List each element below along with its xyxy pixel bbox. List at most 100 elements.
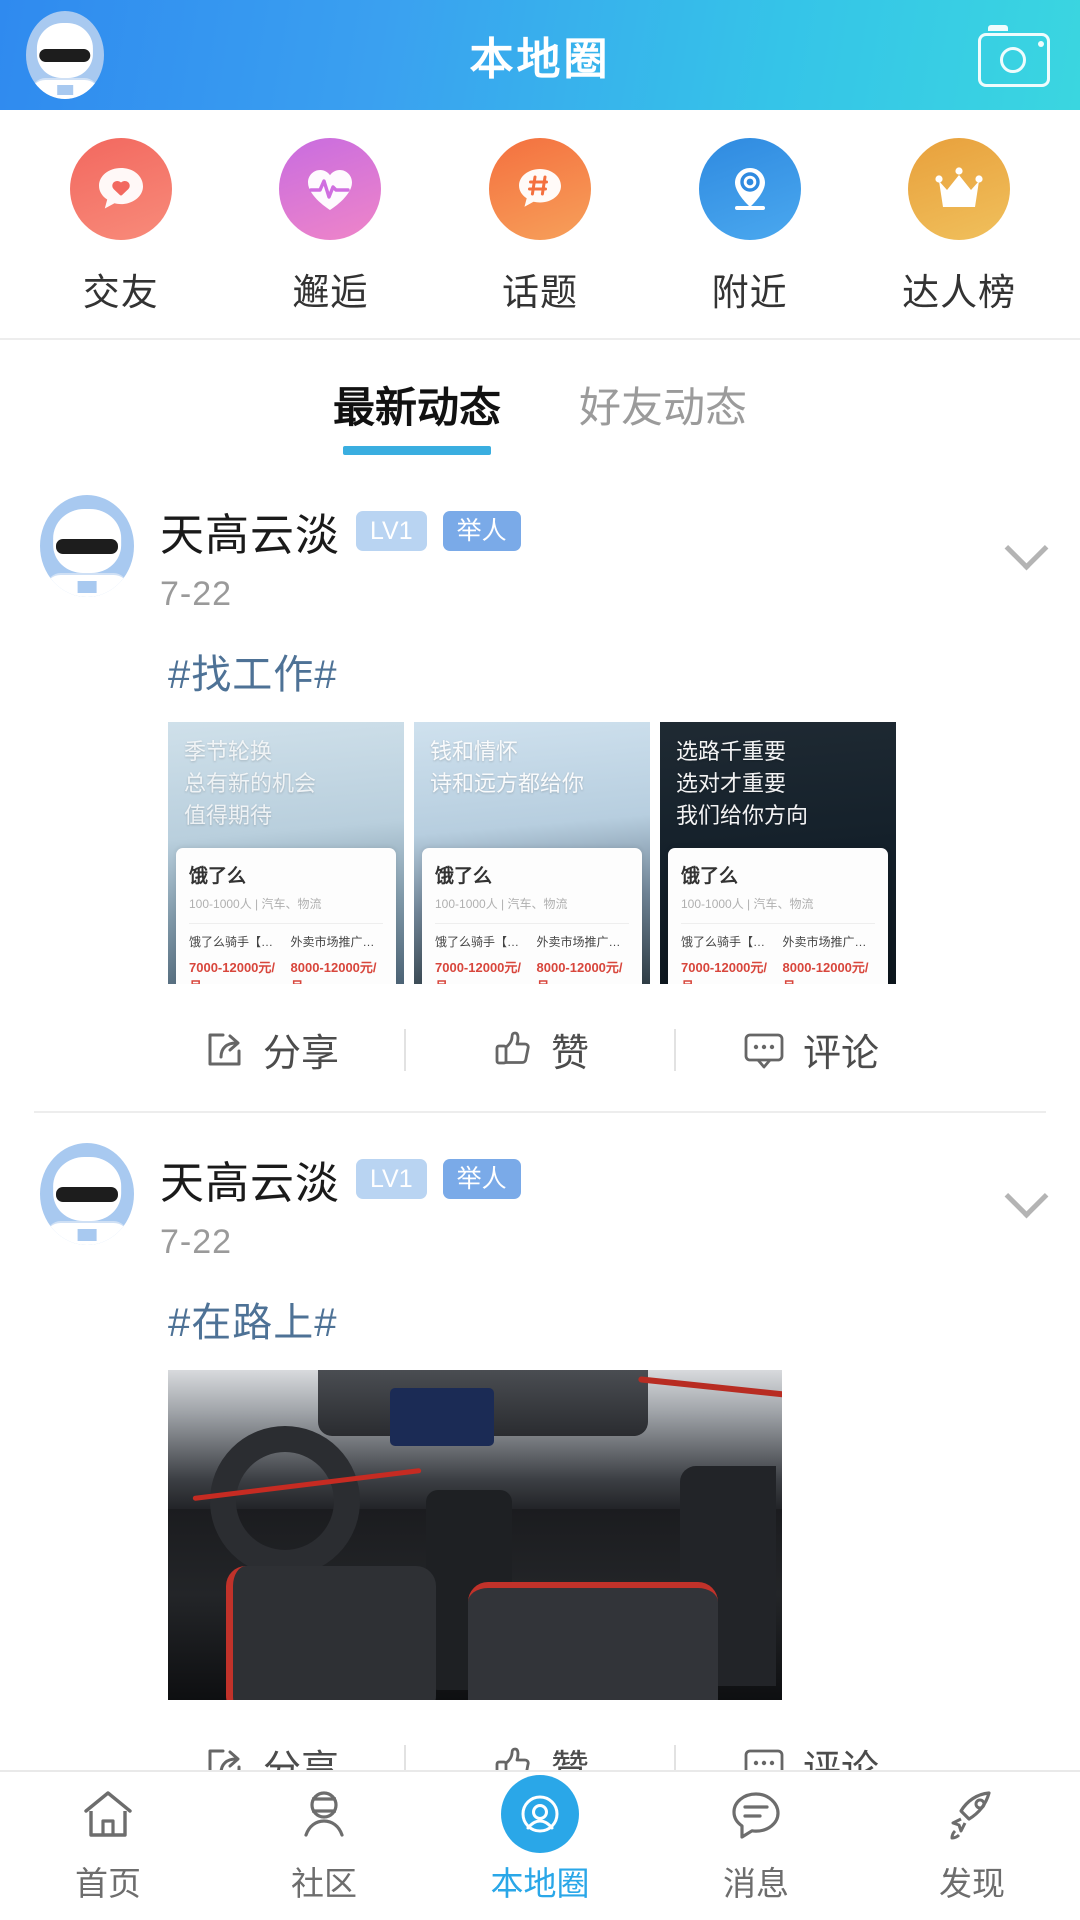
category-item-darenbang[interactable]: 达人榜 [864, 138, 1054, 316]
job-title: 饿了么骑手【节日福... [681, 935, 774, 949]
job-item[interactable]: 外卖市场推广专员... 8000-12000元/月 [291, 933, 384, 984]
share-icon [208, 1033, 241, 1065]
job-salary: 8000-12000元/月 [536, 960, 623, 984]
avatar[interactable] [40, 495, 134, 597]
nav-label: 发现 [939, 1865, 1005, 1902]
avatar-collar [77, 1228, 97, 1241]
nav-item-home[interactable]: 首页 [0, 1781, 216, 1905]
app-screen: 本地圈 交友 邂逅 话题 附近 达人榜 最新动态 好友动态 天高云淡 LV1 举… [0, 0, 1080, 1920]
overlay-line: 我们给你方向 [676, 802, 809, 828]
post-meta: 天高云淡 LV1 举人 7-22 [160, 1143, 1004, 1262]
job-card-inner: 饿了么 100-1000人 | 汽车、物流 饿了么骑手【节日福... 7000-… [422, 848, 642, 984]
job-salary: 7000-12000元/月 [681, 960, 768, 984]
job-card[interactable]: 钱和情怀 诗和远方都给你 饿了么 100-1000人 | 汽车、物流 饿了么骑手… [414, 722, 650, 984]
job-card[interactable]: 选路千重要 选对才重要 我们给你方向 饿了么 100-1000人 | 汽车、物流… [660, 722, 896, 984]
company-name: 饿了么 [681, 866, 739, 887]
job-item[interactable]: 饿了么骑手【节日福... 7000-12000元/月 [189, 933, 282, 984]
job-salary: 8000-12000元/月 [782, 960, 869, 984]
category-item-xiehou[interactable]: 邂逅 [235, 138, 425, 316]
app-header: 本地圈 [0, 0, 1080, 110]
nav-item-discover[interactable]: 发现 [864, 1781, 1080, 1905]
post-hashtag[interactable]: #找工作# [0, 614, 1080, 722]
card-overlay-text: 季节轮换 总有新的机会 值得期待 [184, 736, 392, 832]
avatar-sunglasses-icon [39, 48, 91, 63]
nav-item-local[interactable]: 本地圈 [432, 1775, 648, 1905]
overlay-line: 选对才重要 [676, 770, 787, 796]
feed-post: 天高云淡 LV1 举人 7-22 #找工作# 季节轮换 总有新的机会 值得期待 … [0, 465, 1080, 1113]
like-button[interactable]: 赞 [406, 1022, 674, 1077]
tab-label: 最新动态 [332, 384, 501, 431]
photo-seat [226, 1566, 436, 1700]
comment-button[interactable]: 评论 [676, 1022, 944, 1077]
camera-icon[interactable] [978, 23, 1054, 87]
camera-top-bump [988, 25, 1008, 31]
tab-latest[interactable]: 最新动态 [333, 374, 501, 455]
local-icon-circle [501, 1775, 579, 1853]
chevron-down-icon[interactable] [1004, 1169, 1050, 1215]
category-label: 达人榜 [902, 272, 1017, 313]
job-salary: 8000-12000元/月 [290, 960, 377, 984]
discover-icon [941, 1781, 1003, 1847]
job-title: 饿了么骑手【节日福... [435, 935, 528, 949]
divider [189, 923, 383, 924]
job-card[interactable]: 季节轮换 总有新的机会 值得期待 饿了么 100-1000人 | 汽车、物流 饿… [168, 722, 404, 984]
chevron-down-icon[interactable] [1004, 521, 1050, 567]
share-button[interactable]: 分享 [136, 1022, 404, 1077]
post-author-row: 天高云淡 LV1 举人 [160, 499, 1004, 563]
nav-item-message[interactable]: 消息 [648, 1781, 864, 1905]
company-subtitle: 100-1000人 | 汽车、物流 [681, 897, 814, 911]
category-item-huati[interactable]: 话题 [445, 138, 635, 316]
job-card-inner: 饿了么 100-1000人 | 汽车、物流 饿了么骑手【节日福... 7000-… [668, 848, 888, 984]
message-icon [726, 1781, 786, 1847]
level-badge: LV1 [356, 511, 427, 551]
nav-item-community[interactable]: 社区 [216, 1781, 432, 1905]
job-item[interactable]: 外卖市场推广专员... 8000-12000元/月 [783, 933, 876, 984]
category-row: 交友 邂逅 话题 附近 达人榜 [0, 110, 1080, 340]
feed-tabs: 最新动态 好友动态 [0, 340, 1080, 465]
category-item-fujin[interactable]: 附近 [655, 138, 845, 316]
header-avatar[interactable] [26, 11, 104, 99]
overlay-line: 值得期待 [184, 802, 273, 828]
post-date: 7-22 [160, 575, 233, 613]
category-label: 话题 [501, 272, 578, 313]
job-item[interactable]: 饿了么骑手【节日福... 7000-12000元/月 [435, 933, 528, 984]
post-hashtag[interactable]: #在路上# [0, 1262, 1080, 1370]
bottom-navigation: 首页 社区 本地圈 消息 发现 [0, 1770, 1080, 1920]
feed-post: 天高云淡 LV1 举人 7-22 #在路上# [0, 1113, 1080, 1829]
tab-label: 好友动态 [579, 384, 748, 431]
category-item-jiaoyou[interactable]: 交友 [26, 138, 216, 316]
avatar[interactable] [40, 1143, 134, 1245]
avatar-collar [77, 580, 97, 593]
job-title: 外卖市场推广专员... [782, 935, 876, 949]
tab-friends[interactable]: 好友动态 [579, 374, 747, 455]
overlay-line: 季节轮换 [184, 739, 273, 764]
nav-label: 社区 [291, 1865, 357, 1902]
job-item[interactable]: 外卖市场推广专员... 8000-12000元/月 [537, 933, 630, 984]
post-meta: 天高云淡 LV1 举人 7-22 [160, 495, 1004, 614]
job-title: 外卖市场推广专员... [290, 935, 384, 949]
company-subtitle: 100-1000人 | 汽车、物流 [189, 897, 322, 911]
job-item[interactable]: 饿了么骑手【节日福... 7000-12000元/月 [681, 933, 774, 984]
post-author-name[interactable]: 天高云淡 [160, 1147, 340, 1211]
comment-icon [744, 1033, 784, 1068]
job-list: 饿了么骑手【节日福... 7000-12000元/月 外卖市场推广专员... 8… [681, 933, 875, 984]
thumbs-up-icon [495, 1031, 530, 1064]
post-author-row: 天高云淡 LV1 举人 [160, 1147, 1004, 1211]
post-photo[interactable] [168, 1370, 782, 1700]
job-title: 饿了么骑手【节日福... [189, 935, 282, 949]
heart-pulse-icon [279, 138, 382, 240]
title-badge: 举人 [442, 1159, 521, 1199]
camera-flash-dot [1038, 41, 1044, 47]
job-salary: 7000-12000元/月 [435, 960, 522, 984]
job-title: 外卖市场推广专员... [536, 935, 630, 949]
category-label: 邂逅 [292, 272, 369, 313]
post-author-name[interactable]: 天高云淡 [160, 499, 340, 563]
post-header: 天高云淡 LV1 举人 7-22 [0, 1129, 1080, 1262]
company-subtitle: 100-1000人 | 汽车、物流 [435, 897, 568, 911]
comment-label: 评论 [802, 1033, 879, 1075]
post-date: 7-22 [160, 1223, 233, 1261]
category-label: 附近 [711, 272, 788, 313]
overlay-line: 选路千重要 [676, 739, 787, 764]
card-overlay-text: 钱和情怀 诗和远方都给你 [430, 736, 638, 800]
job-card-inner: 饿了么 100-1000人 | 汽车、物流 饿了么骑手【节日福... 7000-… [176, 848, 396, 984]
